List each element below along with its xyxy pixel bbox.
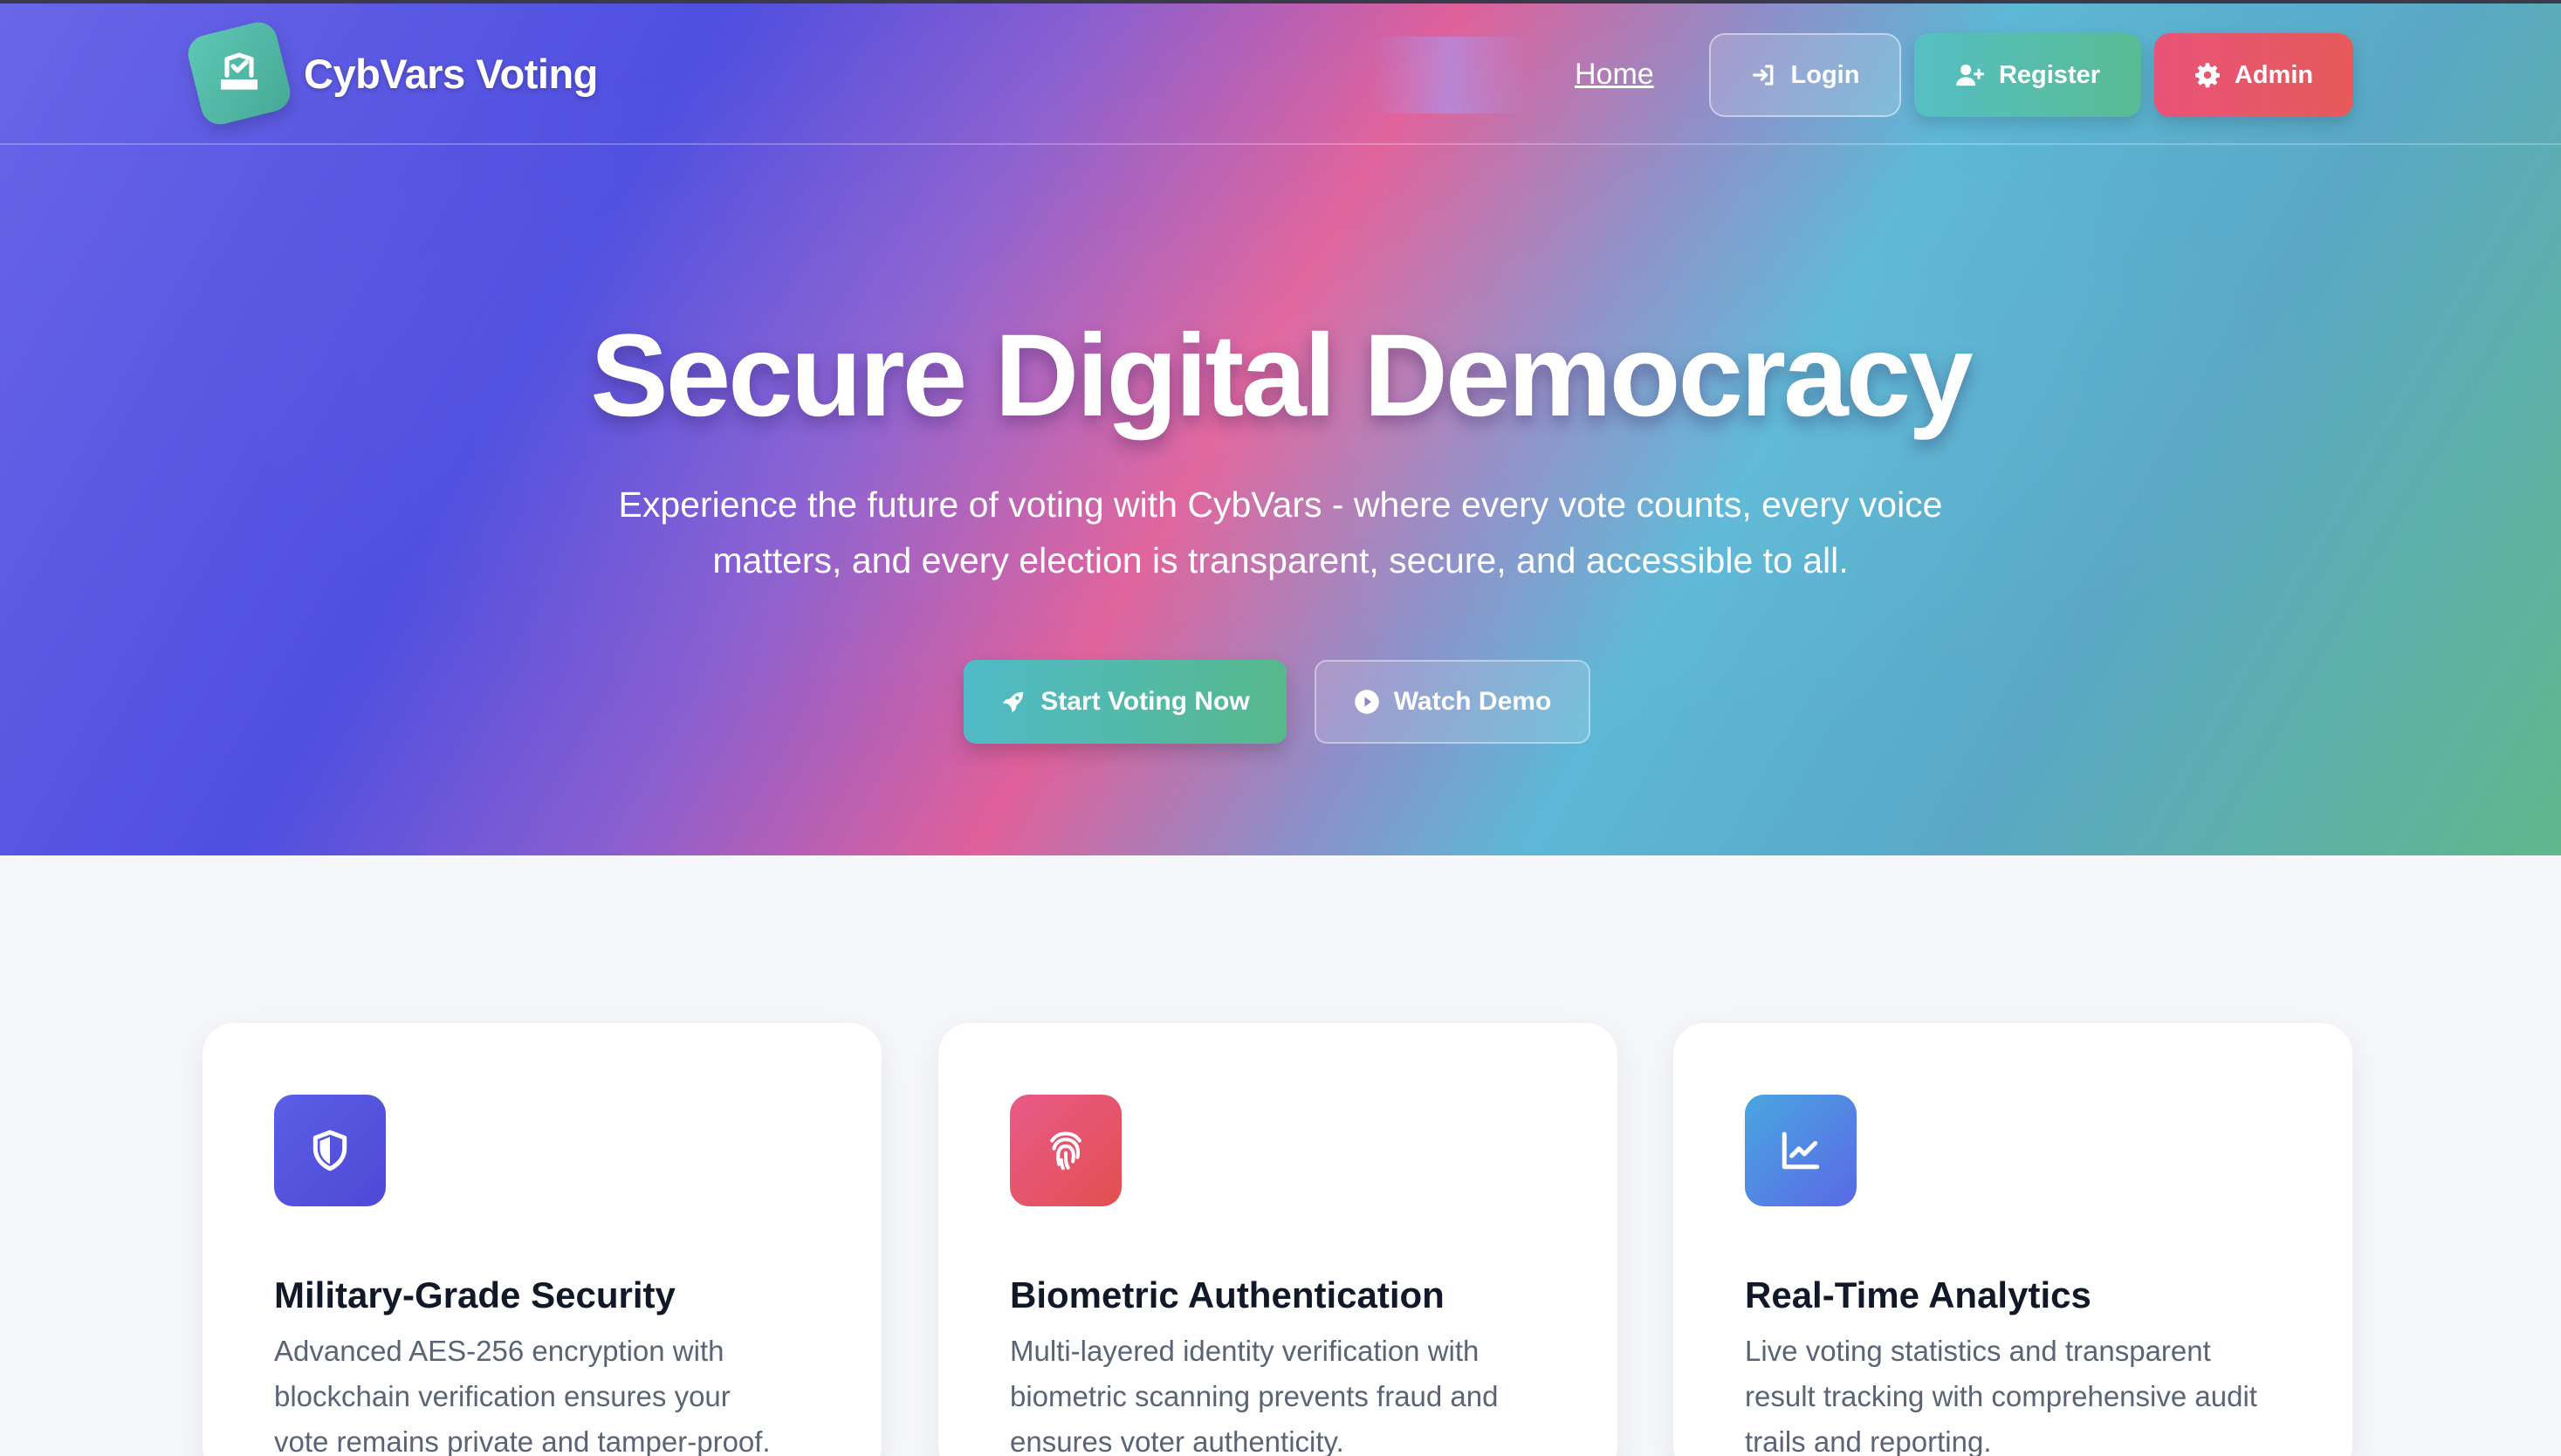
navbar: CybVars Voting Home Login Register Admin <box>0 3 2561 145</box>
hero-subtitle: Experience the future of voting with Cyb… <box>541 477 2020 588</box>
vote-box-icon <box>183 17 295 129</box>
watch-demo-button[interactable]: Watch Demo <box>1315 660 1590 744</box>
feature-description-line: trails and reporting. <box>1745 1425 1992 1456</box>
feature-description-line: Advanced AES-256 encryption with <box>274 1335 724 1367</box>
feature-title: Military-Grade Security <box>274 1274 676 1315</box>
feature-description: Multi-layered identity verification with… <box>1010 1329 1569 1456</box>
nav-shimmer <box>1370 37 1528 113</box>
brand-name: CybVars Voting <box>304 50 598 97</box>
shield-icon <box>274 1095 386 1206</box>
hero-section: CybVars Voting Home Login Register Admin… <box>0 0 2561 855</box>
feature-card-biometric: Biometric Authentication Multi-layered i… <box>938 1023 1617 1456</box>
feature-description-line: Multi-layered identity verification with <box>1010 1335 1480 1367</box>
feature-description: Live voting statistics and transparent r… <box>1745 1329 2304 1456</box>
feature-title: Biometric Authentication <box>1010 1274 1445 1315</box>
hero-subtitle-line-1: Experience the future of voting with Cyb… <box>618 484 1943 525</box>
hero-title: Secure Digital Democracy <box>590 311 1973 441</box>
hero-subtitle-line-2: matters, and every election is transpare… <box>712 540 1849 580</box>
login-label: Login <box>1790 60 1860 89</box>
feature-description: Advanced AES-256 encryption with blockch… <box>274 1329 833 1456</box>
register-label: Register <box>1998 60 2101 89</box>
feature-title: Real-Time Analytics <box>1745 1274 2091 1315</box>
brand[interactable]: CybVars Voting <box>183 17 598 129</box>
play-circle-icon <box>1354 689 1380 715</box>
admin-label: Admin <box>2234 60 2314 89</box>
fingerprint-icon <box>1010 1095 1122 1206</box>
nav-link-home[interactable]: Home <box>1575 58 1654 92</box>
rocket-icon <box>1000 689 1026 715</box>
sign-in-icon <box>1751 62 1777 88</box>
admin-button[interactable]: Admin <box>2154 33 2353 117</box>
register-button[interactable]: Register <box>1914 33 2141 117</box>
feature-description-line: vote remains private and tamper-proof. <box>274 1425 771 1456</box>
chart-line-icon <box>1745 1095 1857 1206</box>
user-plus-icon <box>1955 62 1985 88</box>
start-voting-label: Start Voting Now <box>1040 687 1250 716</box>
feature-description-line: biometric scanning prevents fraud and <box>1010 1380 1499 1412</box>
feature-description-line: ensures voter authenticity. <box>1010 1425 1344 1456</box>
feature-card-analytics: Real-Time Analytics Live voting statisti… <box>1673 1023 2352 1456</box>
feature-description-line: result tracking with comprehensive audit <box>1745 1380 2257 1412</box>
login-button[interactable]: Login <box>1709 33 1901 117</box>
feature-description-line: blockchain verification ensures your <box>274 1380 731 1412</box>
start-voting-button[interactable]: Start Voting Now <box>964 660 1287 744</box>
feature-description-line: Live voting statistics and transparent <box>1745 1335 2211 1367</box>
feature-card-security: Military-Grade Security Advanced AES-256… <box>203 1023 882 1456</box>
gear-icon <box>2194 62 2221 88</box>
watch-demo-label: Watch Demo <box>1393 687 1552 716</box>
